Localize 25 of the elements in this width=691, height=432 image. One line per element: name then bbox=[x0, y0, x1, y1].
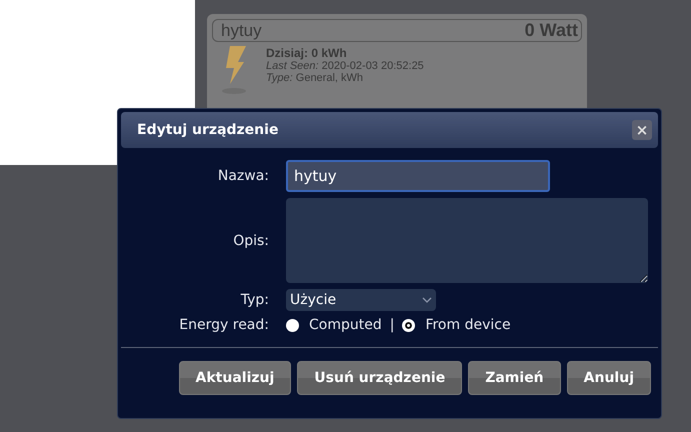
separator: | bbox=[390, 317, 394, 333]
close-button[interactable]: × bbox=[632, 120, 652, 140]
type-select[interactable]: Użycie bbox=[286, 289, 436, 311]
dialog-button[interactable]: Zamień bbox=[468, 361, 561, 395]
radio-button[interactable] bbox=[286, 318, 299, 332]
device-name: hytuy bbox=[221, 20, 262, 40]
dialog-title: Edytuj urządzenie bbox=[137, 122, 278, 138]
last-seen: Last Seen: 2020-02-03 20:52:25 bbox=[266, 60, 424, 72]
radio-label: From device bbox=[425, 317, 511, 333]
description-input[interactable] bbox=[286, 198, 648, 283]
today-usage: Dzisiaj: 0 kWh bbox=[266, 46, 348, 60]
radio-label: Computed bbox=[309, 317, 382, 333]
dialog-button[interactable]: Usuń urządzenie bbox=[297, 361, 462, 395]
field-label: Energy read: bbox=[179, 317, 269, 333]
chevron-down-icon bbox=[422, 297, 432, 303]
name-input[interactable]: hytuy bbox=[286, 160, 550, 192]
lightning-bolt-icon bbox=[220, 46, 248, 94]
dialog-button[interactable]: Anuluj bbox=[566, 361, 651, 395]
dialog-button[interactable]: Aktualizuj bbox=[178, 361, 292, 395]
field-label: Typ: bbox=[240, 292, 269, 308]
device-type: Type: General, kWh bbox=[266, 72, 364, 84]
radio-button[interactable] bbox=[402, 318, 416, 332]
field-label: Opis: bbox=[233, 232, 269, 248]
power-reading: 0 Watt bbox=[524, 20, 578, 41]
field-label: Nazwa: bbox=[218, 168, 269, 184]
